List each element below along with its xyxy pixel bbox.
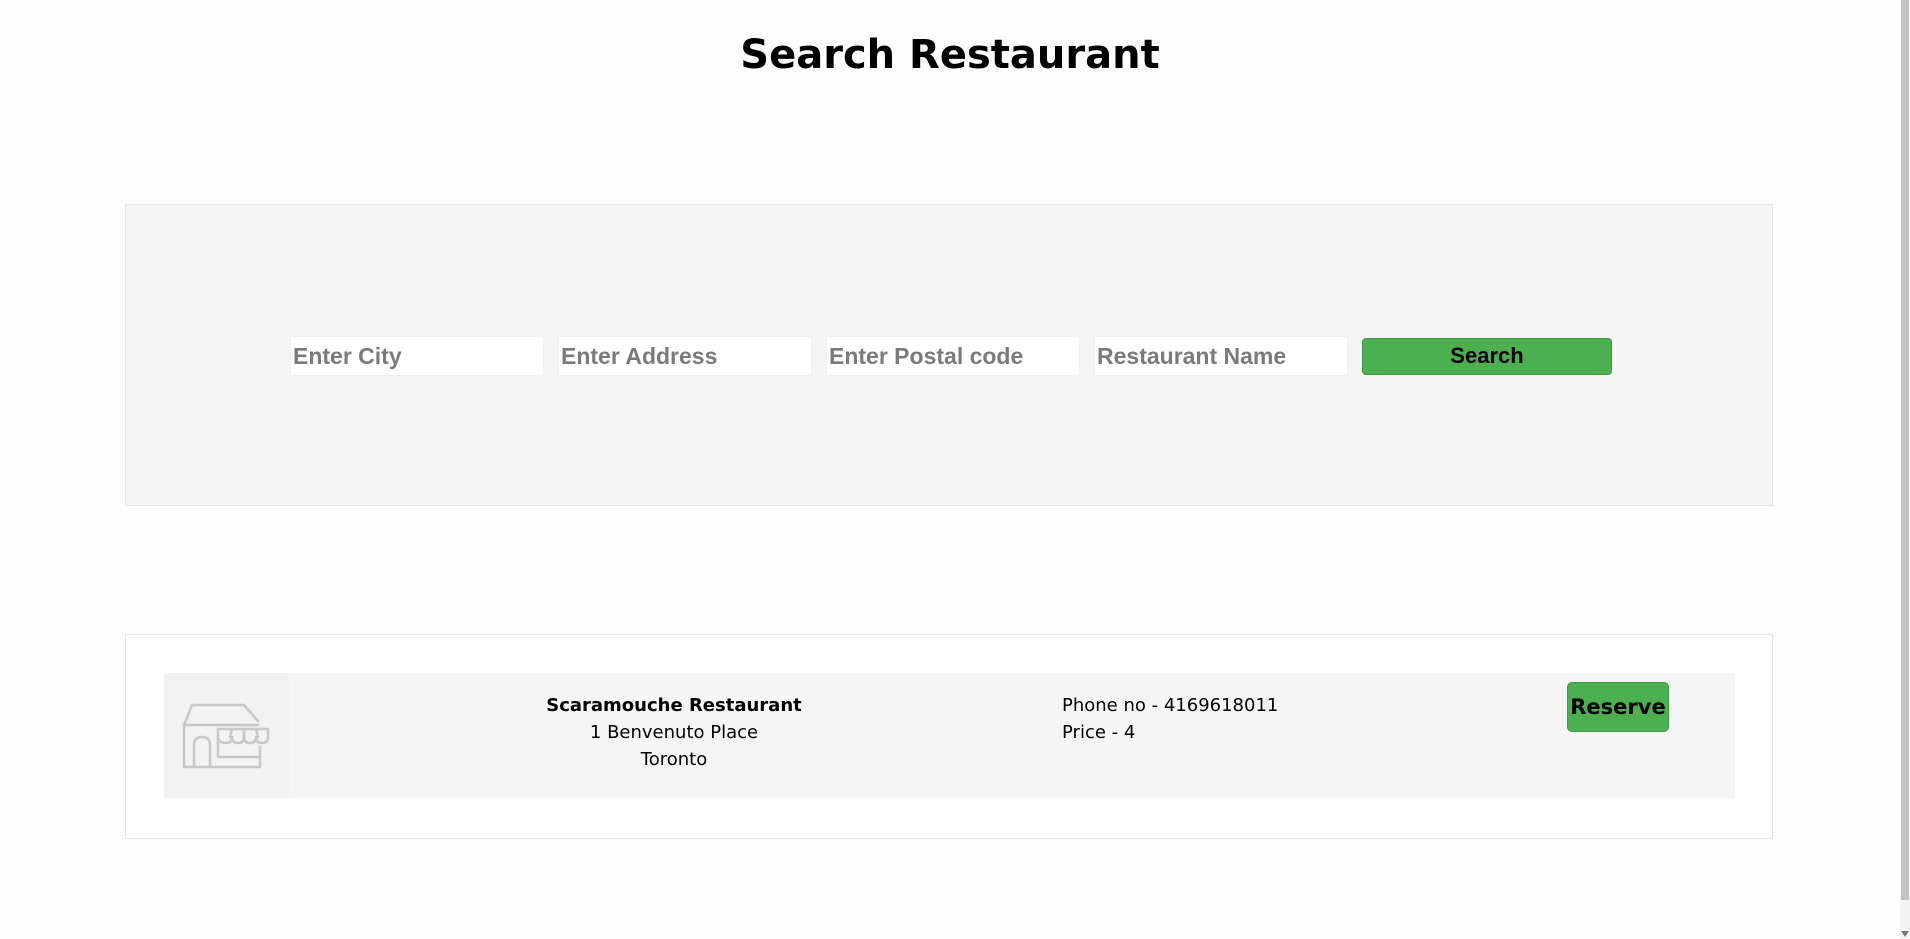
page-title: Search Restaurant	[740, 32, 1160, 78]
vertical-scrollbar[interactable]	[1900, 0, 1910, 939]
search-form: Search	[290, 336, 1612, 376]
page: Search Restaurant Search	[0, 0, 1910, 939]
search-panel: Search	[125, 204, 1773, 506]
restaurant-contact: Phone no - 4169618011 Price - 4	[1062, 692, 1362, 746]
reserve-button[interactable]: Reserve	[1567, 682, 1669, 732]
postal-code-input[interactable]	[826, 336, 1080, 376]
store-icon	[182, 703, 270, 769]
search-button[interactable]: Search	[1362, 337, 1612, 375]
scroll-down-arrow-icon[interactable]	[1901, 931, 1909, 937]
restaurant-city: Toronto	[640, 749, 708, 770]
results-panel: Scaramouche Restaurant 1 Benvenuto Place…	[125, 634, 1773, 839]
address-input[interactable]	[558, 336, 812, 376]
restaurant-name: Scaramouche Restaurant	[546, 695, 802, 716]
city-input[interactable]	[290, 336, 544, 376]
restaurant-address: 1 Benvenuto Place	[589, 722, 759, 743]
restaurant-phone: Phone no - 4169618011	[1062, 695, 1279, 716]
restaurant-card: Scaramouche Restaurant 1 Benvenuto Place…	[164, 673, 1735, 798]
restaurant-price: Price - 4	[1062, 722, 1136, 743]
restaurant-thumbnail	[164, 673, 289, 798]
restaurant-name-input[interactable]	[1094, 336, 1348, 376]
scrollbar-thumb[interactable]	[1901, 0, 1909, 900]
restaurant-info: Scaramouche Restaurant 1 Benvenuto Place…	[509, 692, 839, 773]
